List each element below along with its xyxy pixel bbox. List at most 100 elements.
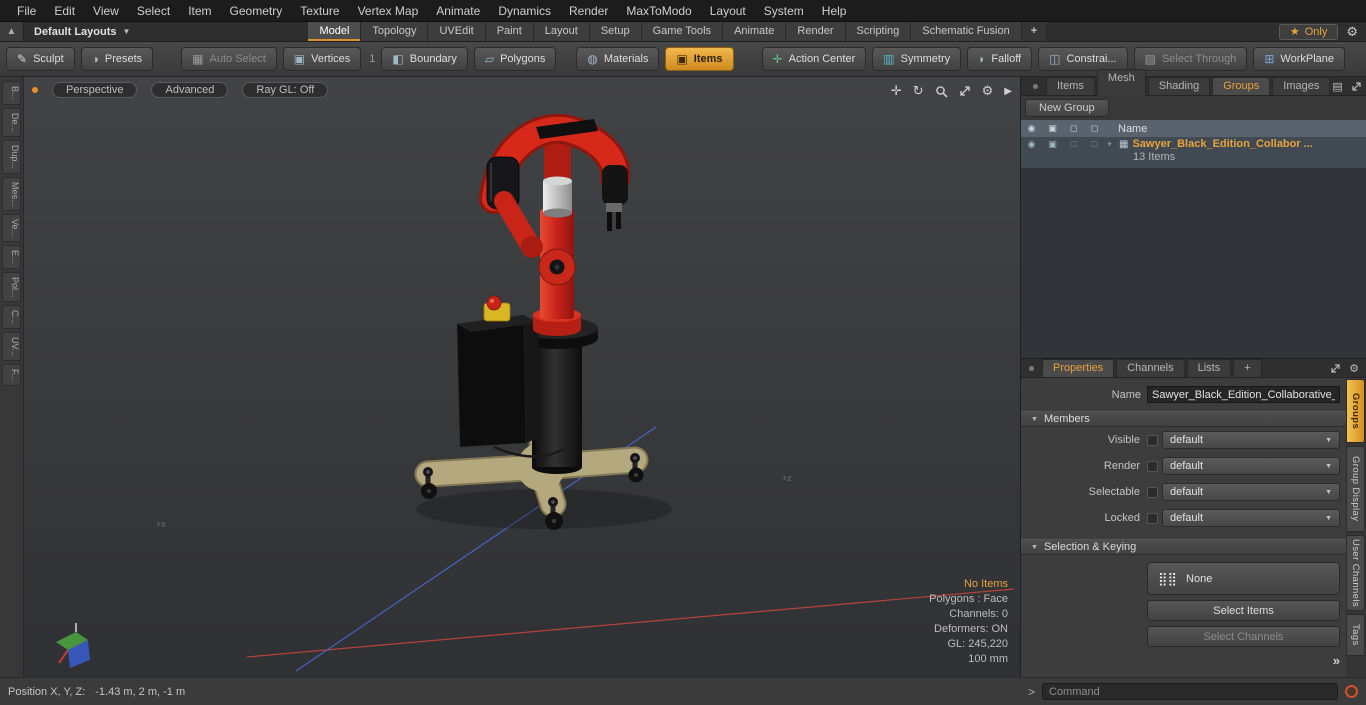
tab-lists[interactable]: Lists	[1186, 359, 1232, 377]
menu-item-view[interactable]: View	[84, 0, 128, 22]
panel-list-icon[interactable]: ▤	[1332, 80, 1342, 93]
side-tab-edge[interactable]: E...	[2, 245, 21, 269]
menu-item-system[interactable]: System	[755, 0, 813, 22]
row-expander-icon[interactable]: +	[1107, 139, 1115, 149]
panel-tab-items[interactable]: Items	[1046, 77, 1095, 95]
boundary-mode-button[interactable]: ◧ Boundary	[381, 47, 468, 71]
falloff-button[interactable]: ◗ Falloff	[967, 47, 1033, 71]
layout-tab-render[interactable]: Render	[786, 22, 846, 41]
row-checkbox-1[interactable]: □	[1063, 137, 1084, 168]
viewport-raygl-tab[interactable]: Ray GL: Off	[242, 82, 329, 98]
side-tab-deform[interactable]: De...	[2, 107, 21, 137]
render-column-icon[interactable]: ▣	[1042, 123, 1063, 134]
add-tab-button[interactable]: +	[1233, 359, 1262, 377]
layout-tab-schematic-fusion[interactable]: Schematic Fusion	[911, 22, 1022, 41]
gear-icon[interactable]: ⚙	[1338, 24, 1366, 40]
layout-tab-topology[interactable]: Topology	[361, 22, 429, 41]
polygons-mode-button[interactable]: ▱ Polygons	[473, 47, 557, 71]
layout-tab-animate[interactable]: Animate	[723, 22, 787, 41]
channel-key-icon[interactable]	[1147, 460, 1158, 472]
viewport-3d[interactable]: +x +z Perspective Advanced Ray GL: Off ✛…	[24, 77, 1020, 677]
select-items-button[interactable]: Select Items	[1147, 600, 1340, 621]
side-tab-polygon[interactable]: Pol...	[2, 271, 21, 303]
layout-tab-game-tools[interactable]: Game Tools	[641, 22, 724, 41]
menu-item-select[interactable]: Select	[128, 0, 179, 22]
menu-item-help[interactable]: Help	[813, 0, 856, 22]
layout-tab-setup[interactable]: Setup	[589, 22, 642, 41]
tree-empty-area[interactable]	[1021, 168, 1366, 358]
viewport-shading-tab[interactable]: Advanced	[151, 82, 229, 98]
layout-tab-uvedit[interactable]: UVEdit	[428, 22, 486, 41]
menu-item-item[interactable]: Item	[179, 0, 220, 22]
side-tab-tags[interactable]: Tags	[1346, 614, 1365, 656]
panel-tab-shading[interactable]: Shading	[1147, 77, 1211, 95]
side-tab-user-channels[interactable]: User Channels	[1346, 535, 1365, 611]
select-through-button[interactable]: ▨ Select Through	[1133, 47, 1248, 71]
visible-dropdown[interactable]: default ▼	[1162, 431, 1340, 449]
side-tab-uv[interactable]: UV...	[2, 332, 21, 362]
panel-grip-icon[interactable]	[1033, 83, 1038, 89]
default-layouts-dropdown[interactable]: Default Layouts ▼	[24, 22, 140, 41]
command-input[interactable]	[1042, 683, 1338, 700]
menu-item-render[interactable]: Render	[560, 0, 617, 22]
panel-grip-icon[interactable]	[1029, 365, 1034, 371]
panel-tab-groups[interactable]: Groups	[1212, 77, 1271, 95]
menu-item-file[interactable]: File	[8, 0, 45, 22]
vertices-mode-button[interactable]: ▣ Vertices	[282, 47, 362, 71]
auto-select-button[interactable]: ▦ Auto Select	[181, 47, 277, 71]
side-tab-falloff[interactable]: F...	[2, 364, 21, 387]
menu-item-vertex-map[interactable]: Vertex Map	[349, 0, 428, 22]
menu-item-texture[interactable]: Texture	[291, 0, 348, 22]
render-dropdown[interactable]: default ▼	[1162, 457, 1340, 475]
materials-mode-button[interactable]: ◍ Materials	[576, 47, 660, 71]
maximize-icon[interactable]	[959, 85, 971, 97]
action-center-button[interactable]: ✛ Action Center	[761, 47, 867, 71]
layout-tab-paint[interactable]: Paint	[485, 22, 534, 41]
row-eye-icon[interactable]: ◉	[1021, 137, 1042, 168]
viewport-mode-tab[interactable]: Perspective	[52, 82, 138, 98]
rotate-icon[interactable]: ↻	[913, 83, 924, 99]
selection-keying-section-header[interactable]: ▼ Selection & Keying	[1021, 539, 1346, 555]
panel-tab-images[interactable]: Images	[1272, 77, 1331, 95]
visibility-column-eye-icon[interactable]: ◉	[1021, 123, 1042, 134]
side-tab-vertex[interactable]: Ve...	[2, 214, 21, 243]
locked-dropdown[interactable]: default ▼	[1162, 509, 1340, 527]
layout-tab-model[interactable]: Model	[308, 22, 362, 41]
panel-gear-icon[interactable]: ⚙	[1349, 362, 1359, 375]
layout-tab-layout[interactable]: Layout	[533, 22, 590, 41]
layout-up-icon[interactable]: ▲	[0, 22, 24, 41]
menu-item-maxtomodo[interactable]: MaxToModo	[617, 0, 700, 22]
layout-tab-scripting[interactable]: Scripting	[845, 22, 912, 41]
constraints-button[interactable]: ◫ Constrai...	[1038, 47, 1128, 71]
side-tab-duplicate[interactable]: Dup...	[2, 139, 21, 174]
row-render-icon[interactable]: ▣	[1042, 137, 1063, 168]
channel-key-icon[interactable]	[1147, 434, 1158, 446]
sculpt-button[interactable]: ✎ Sculpt	[6, 47, 75, 71]
side-tab-mesh[interactable]: Mes...	[2, 176, 21, 212]
selectable-dropdown[interactable]: default ▼	[1162, 483, 1340, 501]
channel-key-icon[interactable]	[1147, 486, 1158, 498]
add-layout-tab-button[interactable]: +	[1021, 22, 1048, 41]
menu-item-dynamics[interactable]: Dynamics	[489, 0, 560, 22]
filter-column-icon[interactable]: ◻	[1063, 123, 1084, 134]
menu-item-edit[interactable]: Edit	[45, 0, 84, 22]
tab-properties[interactable]: Properties	[1042, 359, 1115, 377]
symmetry-button[interactable]: ▥ Symmetry	[872, 47, 962, 71]
name-column-header[interactable]: Name	[1118, 123, 1147, 135]
command-history-icon[interactable]	[1345, 685, 1358, 698]
members-section-header[interactable]: ▼ Members	[1021, 411, 1346, 427]
group-name-input[interactable]	[1147, 386, 1340, 403]
only-toggle-button[interactable]: ★ Only	[1278, 23, 1339, 40]
menu-item-layout[interactable]: Layout	[701, 0, 755, 22]
expand-panel-button[interactable]: »	[1333, 653, 1340, 668]
channel-key-icon[interactable]	[1147, 512, 1158, 524]
side-tab-groups[interactable]: Groups	[1346, 379, 1365, 443]
side-tab-basic[interactable]: B...	[2, 81, 21, 105]
side-tab-curves[interactable]: C...	[2, 305, 21, 330]
side-tab-group-display[interactable]: Group Display	[1346, 446, 1365, 532]
group-name[interactable]: Sawyer_Black_Edition_Collabor ...	[1132, 138, 1312, 150]
none-mode-button[interactable]: ⣿⣿ None	[1147, 562, 1340, 595]
pan-icon[interactable]: ✛	[891, 83, 902, 99]
panel-expand-icon[interactable]	[1351, 81, 1362, 92]
panel-expand-icon[interactable]	[1330, 363, 1341, 374]
